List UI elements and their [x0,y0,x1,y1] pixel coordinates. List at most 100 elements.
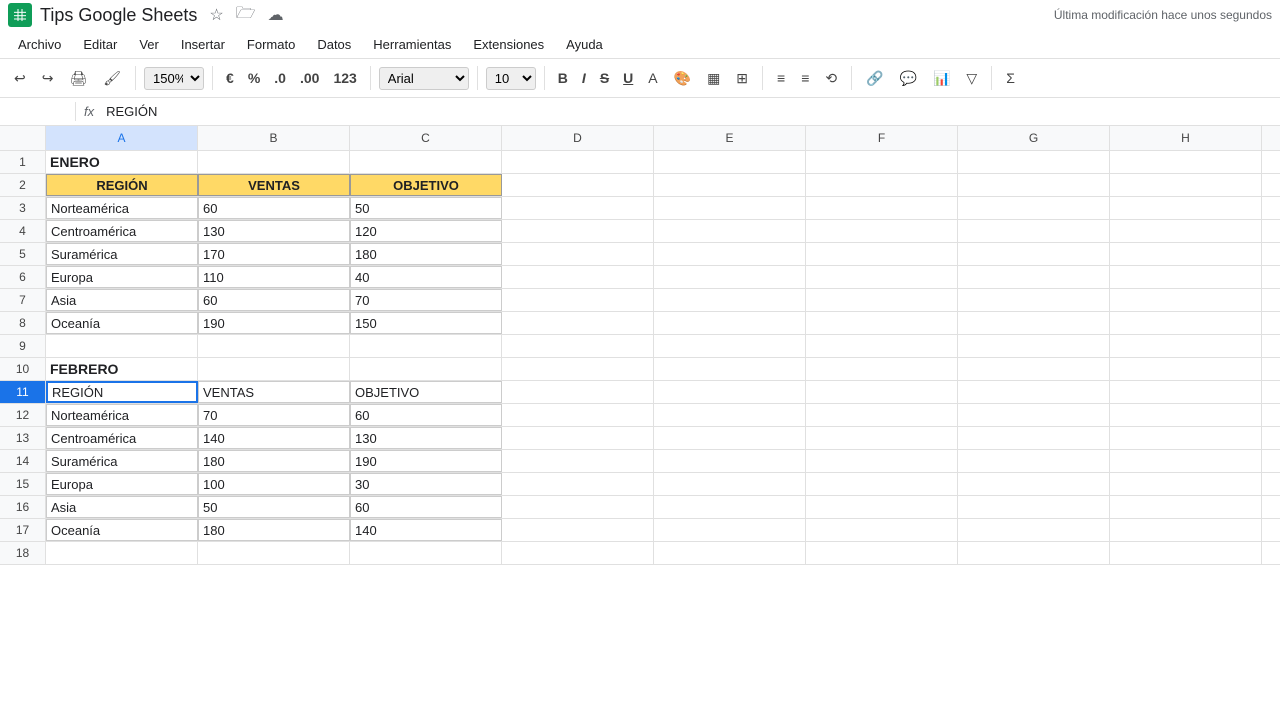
row-number[interactable]: 13 [0,427,46,449]
cell[interactable] [46,335,198,357]
cell[interactable]: 60 [350,496,502,518]
link-button[interactable]: 🔗 [860,66,889,91]
row-number[interactable]: 4 [0,220,46,242]
cell[interactable]: 190 [350,450,502,472]
cell[interactable] [1110,542,1262,564]
cell[interactable] [654,312,806,334]
cell[interactable] [654,358,806,380]
cell[interactable]: VENTAS [198,174,350,196]
cell[interactable]: 60 [198,289,350,311]
cell[interactable] [1110,197,1262,219]
bold-button[interactable]: B [553,68,573,88]
font-family-select[interactable]: Arial [379,67,469,90]
cell[interactable] [806,473,958,495]
menu-datos[interactable]: Datos [307,34,361,55]
cell[interactable]: 130 [198,220,350,242]
cell[interactable]: OBJETIVO [350,174,502,196]
cell[interactable] [1110,243,1262,265]
borders-button[interactable]: ▦ [701,66,726,91]
cell[interactable] [654,519,806,541]
row-number[interactable]: 15 [0,473,46,495]
cell[interactable]: 70 [350,289,502,311]
underline-button[interactable]: U [618,68,638,88]
cell[interactable] [958,335,1110,357]
cell[interactable]: 40 [350,266,502,288]
cell[interactable] [502,151,654,173]
row-number[interactable]: 7 [0,289,46,311]
filter-button[interactable]: ▽ [960,66,983,91]
menu-editar[interactable]: Editar [73,34,127,55]
cell[interactable] [958,312,1110,334]
cell[interactable] [958,450,1110,472]
cell[interactable] [654,335,806,357]
cell[interactable] [806,197,958,219]
cell[interactable] [502,266,654,288]
cell[interactable]: 100 [198,473,350,495]
format-number-button[interactable]: 123 [328,68,361,88]
cell[interactable] [958,197,1110,219]
cell[interactable] [806,381,958,403]
cell[interactable] [958,519,1110,541]
cell[interactable] [654,404,806,426]
cell[interactable] [502,174,654,196]
menu-ayuda[interactable]: Ayuda [556,34,613,55]
cell[interactable] [350,542,502,564]
cell[interactable] [198,151,350,173]
row-number[interactable]: 16 [0,496,46,518]
cell[interactable] [654,266,806,288]
cell[interactable] [350,335,502,357]
row-number[interactable]: 9 [0,335,46,357]
font-size-select[interactable]: 10 11 12 [486,67,536,90]
cloud-icon[interactable]: ☁ [268,5,284,25]
cell[interactable]: Asia [46,496,198,518]
cell[interactable] [806,220,958,242]
menu-ver[interactable]: Ver [129,34,169,55]
cell[interactable] [654,197,806,219]
cell[interactable] [198,358,350,380]
cell[interactable] [958,427,1110,449]
cell[interactable] [806,289,958,311]
col-header-d[interactable]: D [502,126,654,150]
row-number[interactable]: 2 [0,174,46,196]
percent-button[interactable]: % [243,68,265,88]
cell[interactable]: REGIÓN [46,174,198,196]
cell[interactable]: Norteamérica [46,404,198,426]
cell[interactable] [958,404,1110,426]
row-number[interactable]: 3 [0,197,46,219]
cell[interactable]: 120 [350,220,502,242]
cell[interactable] [654,450,806,472]
cell[interactable]: OBJETIVO [350,381,502,403]
cell[interactable] [502,519,654,541]
cell[interactable] [806,542,958,564]
cell[interactable] [502,289,654,311]
cell[interactable]: 170 [198,243,350,265]
cell[interactable] [958,220,1110,242]
cell[interactable] [1110,450,1262,472]
row-number[interactable]: 11 [0,381,46,403]
col-header-e[interactable]: E [654,126,806,150]
row-number[interactable]: 8 [0,312,46,334]
cell[interactable] [1110,335,1262,357]
cell[interactable] [806,427,958,449]
cell[interactable]: 110 [198,266,350,288]
row-number[interactable]: 14 [0,450,46,472]
cell[interactable] [502,197,654,219]
comment-button[interactable]: 💬 [894,66,923,91]
cell[interactable]: 60 [350,404,502,426]
cell[interactable] [806,450,958,472]
cell[interactable]: Centroamérica [46,427,198,449]
cell[interactable] [806,335,958,357]
cell[interactable] [1110,381,1262,403]
cell[interactable]: Europa [46,473,198,495]
col-header-b[interactable]: B [198,126,350,150]
cell[interactable] [806,519,958,541]
cell[interactable] [1110,174,1262,196]
zoom-select[interactable]: 150% 100% 75% [144,67,204,90]
cell[interactable]: 130 [350,427,502,449]
cell[interactable] [1110,220,1262,242]
cell[interactable] [806,312,958,334]
menu-archivo[interactable]: Archivo [8,34,71,55]
cell[interactable] [806,174,958,196]
cell[interactable] [1110,404,1262,426]
cell[interactable]: Oceanía [46,312,198,334]
